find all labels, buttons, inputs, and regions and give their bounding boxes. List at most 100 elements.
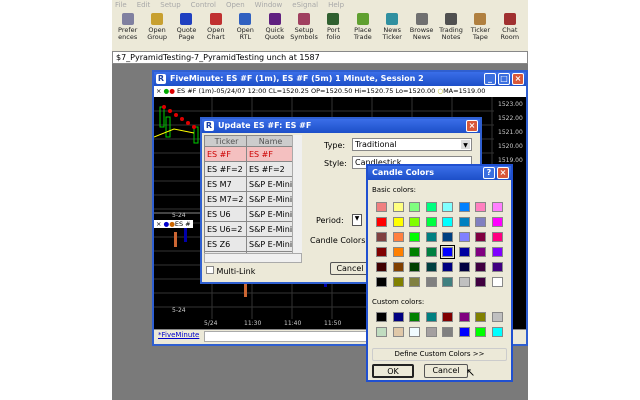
- color-swatch[interactable]: [491, 327, 503, 337]
- symbol-row[interactable]: ES #F=2 ES #F=2: [204, 161, 293, 177]
- menu-window[interactable]: Window: [255, 0, 283, 11]
- color-swatch[interactable]: [425, 217, 437, 227]
- color-swatch[interactable]: [491, 312, 503, 322]
- symbol-row[interactable]: ES M7 S&P E-Mini: [204, 176, 293, 192]
- color-swatch[interactable]: [458, 277, 470, 287]
- color-swatch[interactable]: [442, 327, 453, 337]
- close-button[interactable]: ×: [497, 167, 509, 179]
- color-swatch[interactable]: [376, 277, 387, 287]
- period-dropdown[interactable]: ▼: [352, 214, 362, 226]
- menu-control[interactable]: Control: [191, 0, 216, 11]
- help-button[interactable]: ?: [483, 167, 495, 179]
- color-swatch[interactable]: [458, 262, 470, 272]
- symbol-row[interactable]: ES M7=2 S&P E-Mini: [204, 191, 293, 207]
- color-swatch[interactable]: [491, 247, 503, 257]
- color-swatch[interactable]: [475, 232, 486, 242]
- color-swatch[interactable]: [491, 262, 503, 272]
- color-swatch[interactable]: [425, 247, 437, 257]
- color-swatch[interactable]: [442, 217, 453, 227]
- color-swatch[interactable]: [409, 277, 420, 287]
- color-swatch[interactable]: [442, 312, 453, 322]
- color-swatch[interactable]: [409, 217, 420, 227]
- symbol-row[interactable]: ES Z6 S&P E-Mini: [204, 236, 293, 252]
- menu-edit[interactable]: Edit: [137, 0, 151, 11]
- color-swatch[interactable]: [392, 232, 404, 242]
- color-swatch[interactable]: [392, 312, 404, 322]
- type-select[interactable]: Traditional ▼: [352, 138, 472, 151]
- toolbar-button-open-group[interactable]: Open Group: [142, 11, 171, 51]
- close-pane-icon[interactable]: ×: [156, 87, 164, 95]
- toolbar-button-news-ticker[interactable]: News Ticker: [378, 11, 407, 51]
- toolbar-button-prefer-ences[interactable]: Prefer ences: [113, 11, 142, 51]
- menu-help[interactable]: Help: [328, 0, 344, 11]
- color-swatch[interactable]: [475, 277, 486, 287]
- color-swatch[interactable]: [409, 202, 420, 212]
- color-swatch[interactable]: [376, 217, 387, 227]
- minimize-button[interactable]: _: [484, 73, 496, 85]
- menu-open[interactable]: Open: [226, 0, 245, 11]
- color-swatch[interactable]: [475, 247, 486, 257]
- color-swatch[interactable]: [392, 202, 404, 212]
- toolbar-button-quote-page[interactable]: Quote Page: [172, 11, 201, 51]
- close-button[interactable]: ×: [512, 73, 524, 85]
- color-swatch[interactable]: [409, 232, 420, 242]
- color-swatch[interactable]: [475, 312, 486, 322]
- color-swatch[interactable]: [376, 202, 387, 212]
- candle-colors-button[interactable]: Candle Colors...: [310, 236, 373, 245]
- color-swatch[interactable]: [392, 327, 404, 337]
- tab-fiveminute[interactable]: *FiveMinute: [158, 331, 199, 339]
- define-custom-colors-button[interactable]: Define Custom Colors >>: [372, 348, 507, 361]
- toolbar-button-browse-news[interactable]: Browse News: [407, 11, 436, 51]
- menu-esignal[interactable]: eSignal: [292, 0, 318, 11]
- color-swatch[interactable]: [491, 202, 503, 212]
- color-swatch[interactable]: [425, 327, 437, 337]
- color-swatch[interactable]: [425, 262, 437, 272]
- table-horizontal-scrollbar[interactable]: [204, 253, 302, 263]
- cancel-button[interactable]: Cancel: [424, 364, 468, 378]
- color-swatch[interactable]: [425, 312, 437, 322]
- color-swatch[interactable]: [442, 202, 453, 212]
- column-header-name[interactable]: Name: [246, 135, 293, 147]
- color-swatch[interactable]: [442, 232, 453, 242]
- color-swatch[interactable]: [425, 277, 437, 287]
- toolbar-button-setup-symbols[interactable]: Setup Symbols: [289, 11, 318, 51]
- toolbar-button-open-rtl[interactable]: Open RTL: [231, 11, 260, 51]
- color-swatch[interactable]: [458, 247, 470, 257]
- menu-setup[interactable]: Setup: [160, 0, 180, 11]
- symbol-row[interactable]: ES U6=2 S&P E-Mini: [204, 221, 293, 237]
- update-title-bar[interactable]: R Update ES #F: ES #F ×: [202, 119, 480, 133]
- color-swatch[interactable]: [409, 247, 420, 257]
- color-swatch[interactable]: [425, 232, 437, 242]
- toolbar-button-port-folio[interactable]: Port folio: [319, 11, 348, 51]
- column-header-ticker[interactable]: Ticker: [204, 135, 247, 147]
- toolbar-button-chat-room[interactable]: Chat Room: [495, 11, 524, 51]
- candle-colors-title-bar[interactable]: Candle Colors ? ×: [368, 166, 511, 180]
- color-swatch[interactable]: [425, 202, 437, 212]
- color-swatch[interactable]: [392, 262, 404, 272]
- toolbar-button-ticker-tape[interactable]: Ticker Tape: [466, 11, 495, 51]
- multi-link-checkbox[interactable]: Multi-Link: [206, 266, 255, 276]
- toolbar-button-place-trade[interactable]: Place Trade: [348, 11, 377, 51]
- maximize-button[interactable]: □: [498, 73, 510, 85]
- color-swatch[interactable]: [442, 262, 453, 272]
- ok-button[interactable]: OK: [372, 364, 414, 378]
- symbol-row[interactable]: ES U6 S&P E-Mini: [204, 206, 293, 222]
- color-swatch[interactable]: [475, 202, 486, 212]
- color-swatch[interactable]: [491, 232, 503, 242]
- cancel-button[interactable]: Cancel: [330, 262, 370, 275]
- color-swatch[interactable]: [376, 327, 387, 337]
- symbol-row[interactable]: ES #F ES #F: [204, 146, 293, 162]
- color-swatch[interactable]: [409, 327, 420, 337]
- color-swatch[interactable]: [491, 277, 503, 287]
- color-swatch[interactable]: [392, 277, 404, 287]
- color-swatch[interactable]: [376, 247, 387, 257]
- color-swatch[interactable]: [475, 327, 486, 337]
- menu-file[interactable]: File: [115, 0, 127, 11]
- color-swatch[interactable]: [376, 232, 387, 242]
- toolbar-button-quick-quote[interactable]: Quick Quote: [260, 11, 289, 51]
- color-swatch[interactable]: [458, 217, 470, 227]
- color-swatch[interactable]: [376, 312, 387, 322]
- color-swatch[interactable]: [440, 245, 455, 259]
- close-button[interactable]: ×: [466, 120, 478, 132]
- color-swatch[interactable]: [458, 202, 470, 212]
